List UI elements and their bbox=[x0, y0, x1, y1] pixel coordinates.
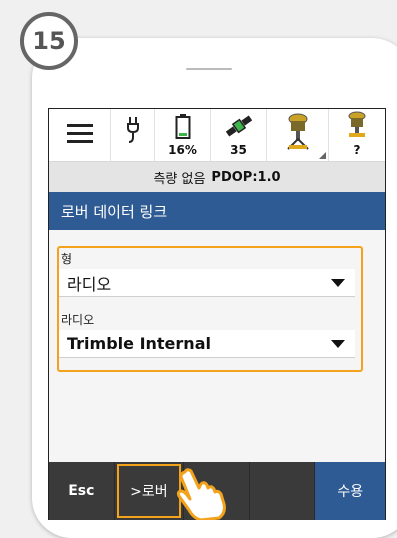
corner-indicator-icon bbox=[319, 152, 326, 159]
satellite-icon bbox=[225, 115, 252, 137]
satellite-count: 35 bbox=[230, 143, 247, 157]
satellite-status[interactable]: 35 bbox=[211, 109, 267, 161]
rover-receiver-icon bbox=[348, 111, 366, 137]
power-status[interactable] bbox=[111, 109, 155, 161]
radio-value: Trimble Internal bbox=[67, 334, 211, 353]
esc-button[interactable]: Esc bbox=[49, 462, 115, 520]
accept-button[interactable]: 수용 bbox=[315, 462, 385, 520]
rover-receiver-status[interactable]: ? bbox=[329, 109, 385, 161]
hamburger-icon bbox=[66, 124, 93, 143]
battery-icon bbox=[175, 114, 190, 139]
phone-speaker bbox=[186, 68, 232, 70]
rover-status-label: ? bbox=[353, 143, 361, 157]
survey-status-bar: 측량 없음 PDOP:1.0 bbox=[49, 162, 385, 192]
pdop-text: PDOP:1.0 bbox=[211, 169, 281, 185]
battery-status[interactable]: 16% bbox=[155, 109, 211, 161]
radio-label: 라디오 bbox=[61, 313, 95, 327]
type-dropdown[interactable]: 라디오 bbox=[59, 269, 355, 297]
battery-percentage: 16% bbox=[168, 143, 197, 157]
power-plug-icon bbox=[126, 117, 139, 143]
chevron-down-icon bbox=[331, 278, 345, 287]
type-value: 라디오 bbox=[67, 274, 112, 294]
page-title: 로버 데이터 링크 bbox=[49, 192, 385, 230]
tap-hand-icon bbox=[176, 468, 226, 520]
step-badge: 15 bbox=[20, 12, 78, 70]
device-screen: 16% 35 ? 측량 없음 PDOP:1.0 로버 데이터 링크 형 라디오 … bbox=[48, 108, 386, 520]
type-label: 형 bbox=[61, 252, 73, 266]
receiver-icon bbox=[286, 113, 309, 150]
status-toolbar: 16% 35 ? bbox=[49, 109, 385, 162]
base-receiver-status[interactable] bbox=[267, 109, 329, 161]
menu-button[interactable] bbox=[49, 109, 111, 161]
survey-state-text: 측량 없음 bbox=[153, 171, 206, 187]
chevron-down-icon bbox=[331, 339, 345, 348]
radio-dropdown[interactable]: Trimble Internal bbox=[59, 330, 355, 358]
empty-softkey[interactable] bbox=[250, 462, 316, 520]
